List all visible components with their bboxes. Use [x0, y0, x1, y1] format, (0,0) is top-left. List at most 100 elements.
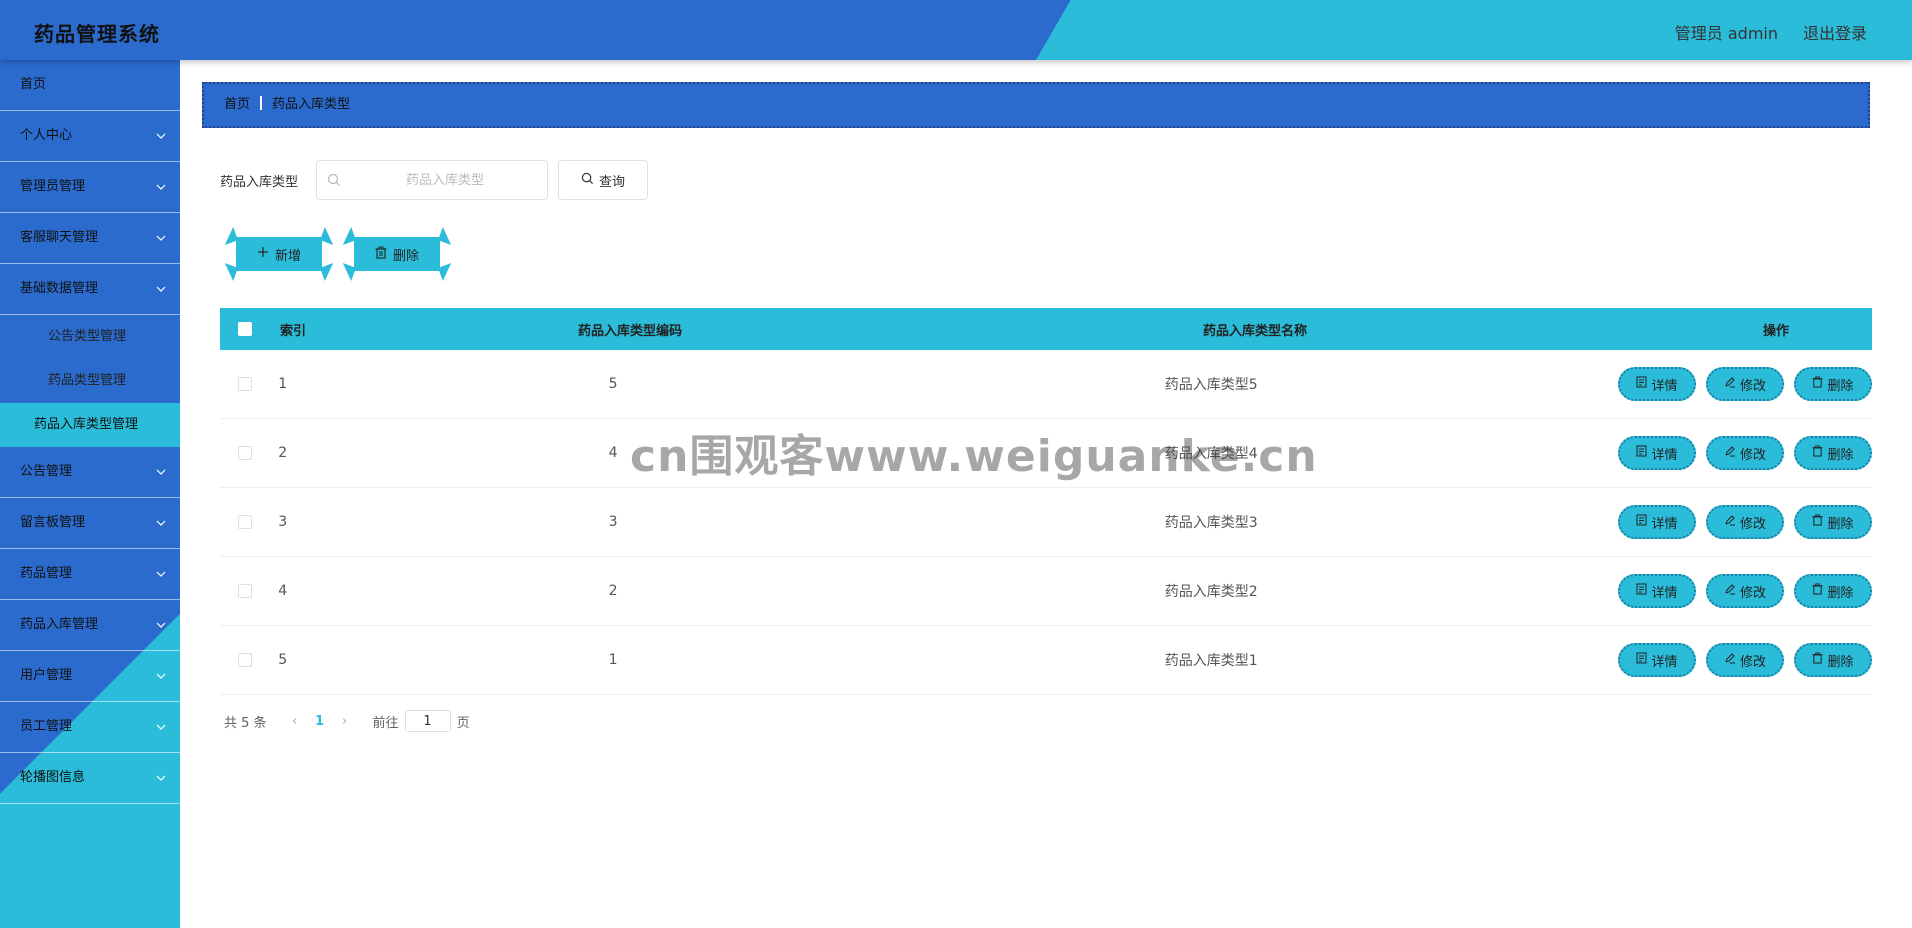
cell-ops: 详情 修改 删除 [1617, 643, 1872, 677]
row-checkbox[interactable] [238, 584, 252, 598]
batch-delete-button[interactable]: 删除 [338, 227, 456, 281]
cell-name: 药品入库类型1 [1164, 653, 1258, 669]
chevron-down-icon [156, 213, 166, 263]
edit-icon [1724, 376, 1736, 392]
sidebar-item[interactable]: 留言板管理 [0, 498, 180, 549]
detail-button-label: 详情 [1651, 447, 1678, 463]
sidebar-item[interactable]: 基础数据管理 [0, 264, 180, 315]
sidebar-item-label: 个人中心 [20, 128, 73, 143]
document-icon [1636, 583, 1647, 599]
edit-button-label: 修改 [1739, 447, 1766, 463]
document-icon [1636, 376, 1647, 392]
table-row: 2 4 药品入库类型4 详情 修改 删除 [220, 419, 1872, 488]
edit-button[interactable]: 修改 [1705, 505, 1784, 539]
cell-index: 5 [278, 652, 288, 668]
header-ops: 操作 [1762, 323, 1789, 339]
select-all-checkbox[interactable] [238, 322, 252, 336]
chevron-down-icon [156, 264, 166, 314]
trash-icon [1812, 376, 1824, 392]
row-checkbox[interactable] [238, 515, 252, 529]
row-checkbox[interactable] [238, 653, 252, 667]
detail-button[interactable]: 详情 [1617, 574, 1696, 608]
search-icon [581, 172, 594, 189]
sidebar-item-label: 用户管理 [20, 668, 73, 683]
row-checkbox[interactable] [238, 446, 252, 460]
header-code: 药品入库类型编码 [577, 323, 682, 339]
cell-code: 5 [608, 376, 618, 392]
delete-button-label: 删除 [1827, 585, 1854, 601]
sidebar-item[interactable]: 用户管理 [0, 651, 180, 702]
row-checkbox[interactable] [238, 377, 252, 391]
delete-button[interactable]: 删除 [1793, 436, 1872, 470]
delete-button-label: 删除 [1827, 654, 1854, 670]
sidebar-item[interactable]: 公告管理 [0, 447, 180, 498]
detail-button-label: 详情 [1651, 516, 1678, 532]
main-content: 首页药品入库类型 药品入库类型 查询 新增 删除 索引 药品入库类型编码 药品入 [180, 60, 1912, 928]
cell-code: 1 [608, 652, 618, 668]
cell-ops: 详情 修改 删除 [1617, 505, 1872, 539]
sidebar-item-label: 客服聊天管理 [20, 230, 99, 245]
delete-button[interactable]: 删除 [1793, 574, 1872, 608]
sidebar-item[interactable]: 员工管理 [0, 702, 180, 753]
query-button[interactable]: 查询 [558, 160, 648, 200]
delete-button-label: 删除 [1827, 516, 1854, 532]
edit-button[interactable]: 修改 [1705, 643, 1784, 677]
cell-name: 药品入库类型4 [1164, 446, 1258, 462]
header-index: 索引 [280, 323, 307, 339]
edit-button[interactable]: 修改 [1705, 574, 1784, 608]
pagination: 共 5 条 ‹ 1 › 前往 页 [224, 710, 470, 732]
detail-button[interactable]: 详情 [1617, 367, 1696, 401]
detail-button[interactable]: 详情 [1617, 436, 1696, 470]
plus-icon [257, 246, 269, 262]
page-number[interactable]: 1 [309, 714, 331, 729]
edit-button-label: 修改 [1739, 516, 1766, 532]
sidebar-item-label: 首页 [20, 77, 47, 92]
edit-button[interactable]: 修改 [1705, 367, 1784, 401]
detail-button[interactable]: 详情 [1617, 505, 1696, 539]
sidebar-subitem[interactable]: 公告类型管理 [0, 315, 180, 359]
sidebar-item[interactable]: 管理员管理 [0, 162, 180, 213]
trash-icon [375, 246, 387, 263]
detail-button-label: 详情 [1651, 378, 1678, 394]
delete-button[interactable]: 删除 [1793, 367, 1872, 401]
cell-name: 药品入库类型5 [1164, 377, 1258, 393]
cell-code: 3 [608, 514, 618, 530]
sidebar-item-label: 轮播图信息 [20, 770, 86, 785]
sidebar-item[interactable]: 轮播图信息 [0, 753, 180, 804]
table-row: 4 2 药品入库类型2 详情 修改 删除 [220, 557, 1872, 626]
table-row: 5 1 药品入库类型1 详情 修改 删除 [220, 626, 1872, 695]
sidebar-item[interactable]: 首页 [0, 60, 180, 111]
logout-link[interactable]: 退出登录 [1803, 20, 1867, 44]
sidebar-subitem[interactable]: 药品类型管理 [0, 359, 180, 403]
cell-index: 3 [278, 514, 288, 530]
breadcrumb-current: 药品入库类型 [272, 97, 351, 112]
chevron-down-icon [156, 498, 166, 548]
delete-button[interactable]: 删除 [1793, 643, 1872, 677]
sidebar-item[interactable]: 药品入库管理 [0, 600, 180, 651]
edit-button[interactable]: 修改 [1705, 436, 1784, 470]
chevron-down-icon [156, 753, 166, 803]
sidebar-item[interactable]: 客服聊天管理 [0, 213, 180, 264]
breadcrumb: 首页 药品入库类型 [202, 82, 1870, 128]
goto-page-input[interactable] [404, 710, 451, 732]
sidebar-subitem[interactable]: 药品入库类型管理 [0, 403, 180, 447]
chevron-down-icon [156, 162, 166, 212]
sidebar-item[interactable]: 药品管理 [0, 549, 180, 600]
chevron-right-icon[interactable]: › [331, 714, 359, 729]
search-box [316, 160, 548, 200]
delete-button-label: 删除 [1827, 447, 1854, 463]
chevron-left-icon[interactable]: ‹ [281, 714, 309, 729]
cell-ops: 详情 修改 删除 [1617, 436, 1872, 470]
table-row: 1 5 药品入库类型5 详情 修改 删除 [220, 350, 1872, 419]
search-input[interactable] [347, 161, 543, 199]
edit-button-label: 修改 [1739, 585, 1766, 601]
edit-button-label: 修改 [1739, 654, 1766, 670]
add-button[interactable]: 新增 [220, 227, 338, 281]
detail-button[interactable]: 详情 [1617, 643, 1696, 677]
trash-icon [1812, 583, 1824, 599]
top-header: 药品管理系统 管理员 admin 退出登录 [0, 0, 1912, 60]
breadcrumb-home[interactable]: 首页 [224, 97, 250, 112]
sidebar-item[interactable]: 个人中心 [0, 111, 180, 162]
delete-button[interactable]: 删除 [1793, 505, 1872, 539]
detail-button-label: 详情 [1651, 654, 1678, 670]
